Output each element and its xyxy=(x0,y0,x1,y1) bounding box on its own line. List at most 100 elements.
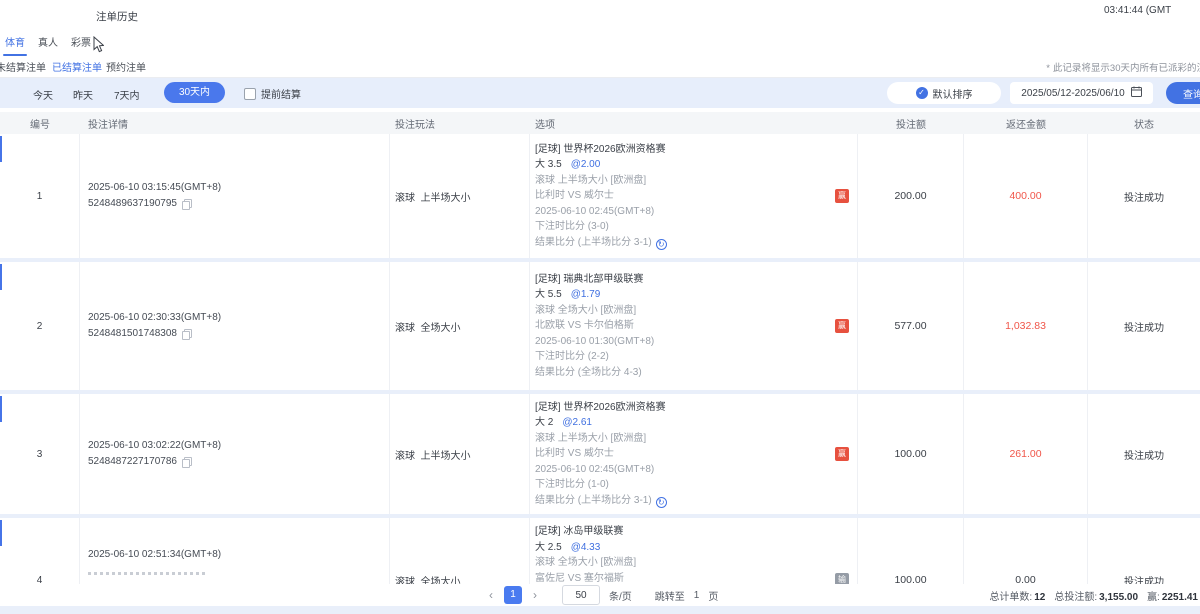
bet-time: 2025-06-10 03:15:45(GMT+8) xyxy=(88,180,389,196)
status-cell: 投注成功 xyxy=(1088,394,1200,514)
search-button[interactable]: 查询 xyxy=(1166,82,1200,104)
page-1-button[interactable]: 1 xyxy=(504,586,522,604)
col-header-status: 状态 xyxy=(1088,112,1200,134)
odds: @1.79 xyxy=(571,289,601,300)
next-page-button[interactable]: › xyxy=(531,588,539,602)
page-title: 注单历史 xyxy=(96,9,138,24)
col-header-no: 编号 xyxy=(0,112,80,134)
pick: 大 3.5 xyxy=(535,159,562,170)
win-badge: 赢 xyxy=(835,189,849,203)
teams: 富佐尼 VS 塞尔福斯 xyxy=(535,571,835,585)
totals-summary: 总计单数:12 总投注额:3,155.00 赢:2251.41 xyxy=(989,588,1198,603)
check-circle-icon: ✓ xyxy=(916,87,928,99)
status-cell: 投注成功 xyxy=(1088,134,1200,258)
bet-history-page: 注单历史 03:41:44 (GMT 体育 真人 彩票 未结算注单 已结算注单 … xyxy=(0,0,1200,614)
option-cell: [足球] 世界杯2026欧洲资格赛 大 3.5@2.00 滚球 上半场大小 [欧… xyxy=(530,134,858,258)
table-row: 2 2025-06-10 02:30:33(GMT+8) 52484815017… xyxy=(0,262,1200,390)
win-badge: 赢 xyxy=(835,447,849,461)
order-id: 5248481501748308 xyxy=(88,326,177,342)
teams: 比利时 VS 威尔士 xyxy=(535,188,835,204)
match-time: 2025-06-10 02:45(GMT+8) xyxy=(535,462,835,478)
table-header: 编号 投注详情 投注玩法 选项 投注额 返还金额 状态 xyxy=(0,112,1200,134)
notice-text: 此记录将显示30天内所有已派彩的注 xyxy=(1053,63,1200,74)
date-range-picker[interactable]: 2025/05/12-2025/06/10 xyxy=(1010,82,1153,104)
table-row: 4 2025-06-10 02:51:34(GMT+8) 滚球 全场大小 [足球… xyxy=(0,518,1200,584)
jump-to-label: 跳转至 xyxy=(655,588,685,603)
col-header-detail: 投注详情 xyxy=(80,112,390,134)
category-tabs: 体育 真人 彩票 xyxy=(0,30,1200,53)
teams: 比利时 VS 威尔士 xyxy=(535,446,835,462)
col-header-option: 选项 xyxy=(530,112,858,134)
bet-score: 下注时比分 (1-0) xyxy=(535,477,835,493)
copy-icon[interactable] xyxy=(182,329,191,339)
bottom-strip xyxy=(0,606,1200,614)
play-type-cell: 滚球 上半场大小 xyxy=(390,394,530,514)
bet-detail-cell: 2025-06-10 02:30:33(GMT+8) 5248481501748… xyxy=(80,262,390,390)
default-sort-label: 默认排序 xyxy=(933,86,973,101)
tab-lottery[interactable]: 彩票 xyxy=(71,34,91,49)
payout-cell: 400.00 xyxy=(964,134,1088,258)
copy-icon[interactable] xyxy=(182,457,191,467)
result-score: 结果比分 (全场比分 4-3) xyxy=(535,365,835,381)
col-header-payout: 返还金额 xyxy=(964,112,1088,134)
per-page-label: 条/页 xyxy=(609,588,632,603)
order-id: 5248489637190795 xyxy=(88,196,177,212)
bet-score: 下注时比分 (3-0) xyxy=(535,219,835,235)
total-stake: 总投注额:3,155.00 xyxy=(1054,588,1138,603)
win-badge: 赢 xyxy=(835,319,849,333)
notice-asterisk: * xyxy=(1046,63,1050,74)
pagination-controls: ‹ 1 › 条/页 跳转至 1 页 xyxy=(487,585,718,605)
stake-cell: 577.00 xyxy=(858,262,964,390)
option-cell: [足球] 冰岛甲级联赛 大 2.5@4.33 滚球 全场大小 [欧洲盘] 富佐尼… xyxy=(530,518,858,584)
early-settle-checkbox[interactable] xyxy=(244,88,256,100)
default-sort-button[interactable]: ✓ 默认排序 xyxy=(887,82,1001,104)
total-win: 赢:2251.41 xyxy=(1147,588,1198,603)
row-number: 2 xyxy=(0,262,80,390)
page-size-input[interactable] xyxy=(562,585,600,605)
tab-sports[interactable]: 体育 xyxy=(5,34,25,49)
option-cell: [足球] 瑞典北部甲级联赛 大 5.5@1.79 滚球 全场大小 [欧洲盘] 北… xyxy=(530,262,858,390)
filter-7days[interactable]: 7天内 xyxy=(114,87,140,102)
page-unit-label: 页 xyxy=(708,588,718,603)
prev-page-button[interactable]: ‹ xyxy=(487,588,495,602)
league-name: [足球] 冰岛甲级联赛 xyxy=(535,524,835,540)
pick: 大 2.5 xyxy=(535,542,562,553)
table-body: 1 2025-06-10 03:15:45(GMT+8) 52484896371… xyxy=(0,134,1200,584)
payout-cell: 261.00 xyxy=(964,394,1088,514)
result-score: 结果比分 (上半场比分 3-1) xyxy=(535,495,652,506)
play-type-cell: 滚球 全场大小 xyxy=(390,262,530,390)
pick: 大 5.5 xyxy=(535,289,562,300)
stake-cell: 200.00 xyxy=(858,134,964,258)
settlement-subtabs: 未结算注单 已结算注单 预约注单 *此记录将显示30天内所有已派彩的注 xyxy=(0,53,1200,78)
bet-detail-cell: 2025-06-10 03:02:22(GMT+8) 5248487227170… xyxy=(80,394,390,514)
server-clock: 03:41:44 (GMT xyxy=(1104,5,1171,16)
col-header-stake: 投注额 xyxy=(858,112,964,134)
early-settle-toggle[interactable]: 提前结算 xyxy=(244,86,301,101)
copy-icon[interactable] xyxy=(182,199,191,209)
subtab-reserved[interactable]: 预约注单 xyxy=(106,59,146,74)
stake-cell: 100.00 xyxy=(858,518,964,584)
league-name: [足球] 世界杯2026欧洲资格赛 xyxy=(535,400,835,416)
calendar-icon xyxy=(1131,84,1142,102)
league-name: [足球] 世界杯2026欧洲资格赛 xyxy=(535,142,835,158)
stake-cell: 100.00 xyxy=(858,394,964,514)
status-cell: 投注成功 xyxy=(1088,518,1200,584)
market: 滚球 上半场大小 [欧洲盘] xyxy=(535,431,835,447)
play-type-cell: 滚球 上半场大小 xyxy=(390,134,530,258)
replay-icon[interactable]: ↻ xyxy=(656,497,667,508)
filter-30days[interactable]: 30天内 xyxy=(164,82,225,103)
teams: 北欧联 VS 卡尔伯格斯 xyxy=(535,318,835,334)
bet-score: 下注时比分 (2-2) xyxy=(535,349,835,365)
subtab-settled[interactable]: 已结算注单 xyxy=(52,59,102,74)
market: 滚球 上半场大小 [欧洲盘] xyxy=(535,173,835,189)
replay-icon[interactable]: ↻ xyxy=(656,239,667,250)
pick: 大 2 xyxy=(535,417,553,428)
subtab-unsettled[interactable]: 未结算注单 xyxy=(0,59,46,74)
filter-today[interactable]: 今天 xyxy=(33,87,53,102)
filter-bar: 今天 昨天 7天内 30天内 提前结算 ✓ 默认排序 2025/05/12-20… xyxy=(0,78,1200,108)
filter-yesterday[interactable]: 昨天 xyxy=(73,87,93,102)
records-notice: *此记录将显示30天内所有已派彩的注 xyxy=(1046,60,1200,74)
total-count: 总计单数:12 xyxy=(989,588,1045,603)
top-bar: 注单历史 03:41:44 (GMT xyxy=(0,0,1200,30)
tab-live-casino[interactable]: 真人 xyxy=(38,34,58,49)
